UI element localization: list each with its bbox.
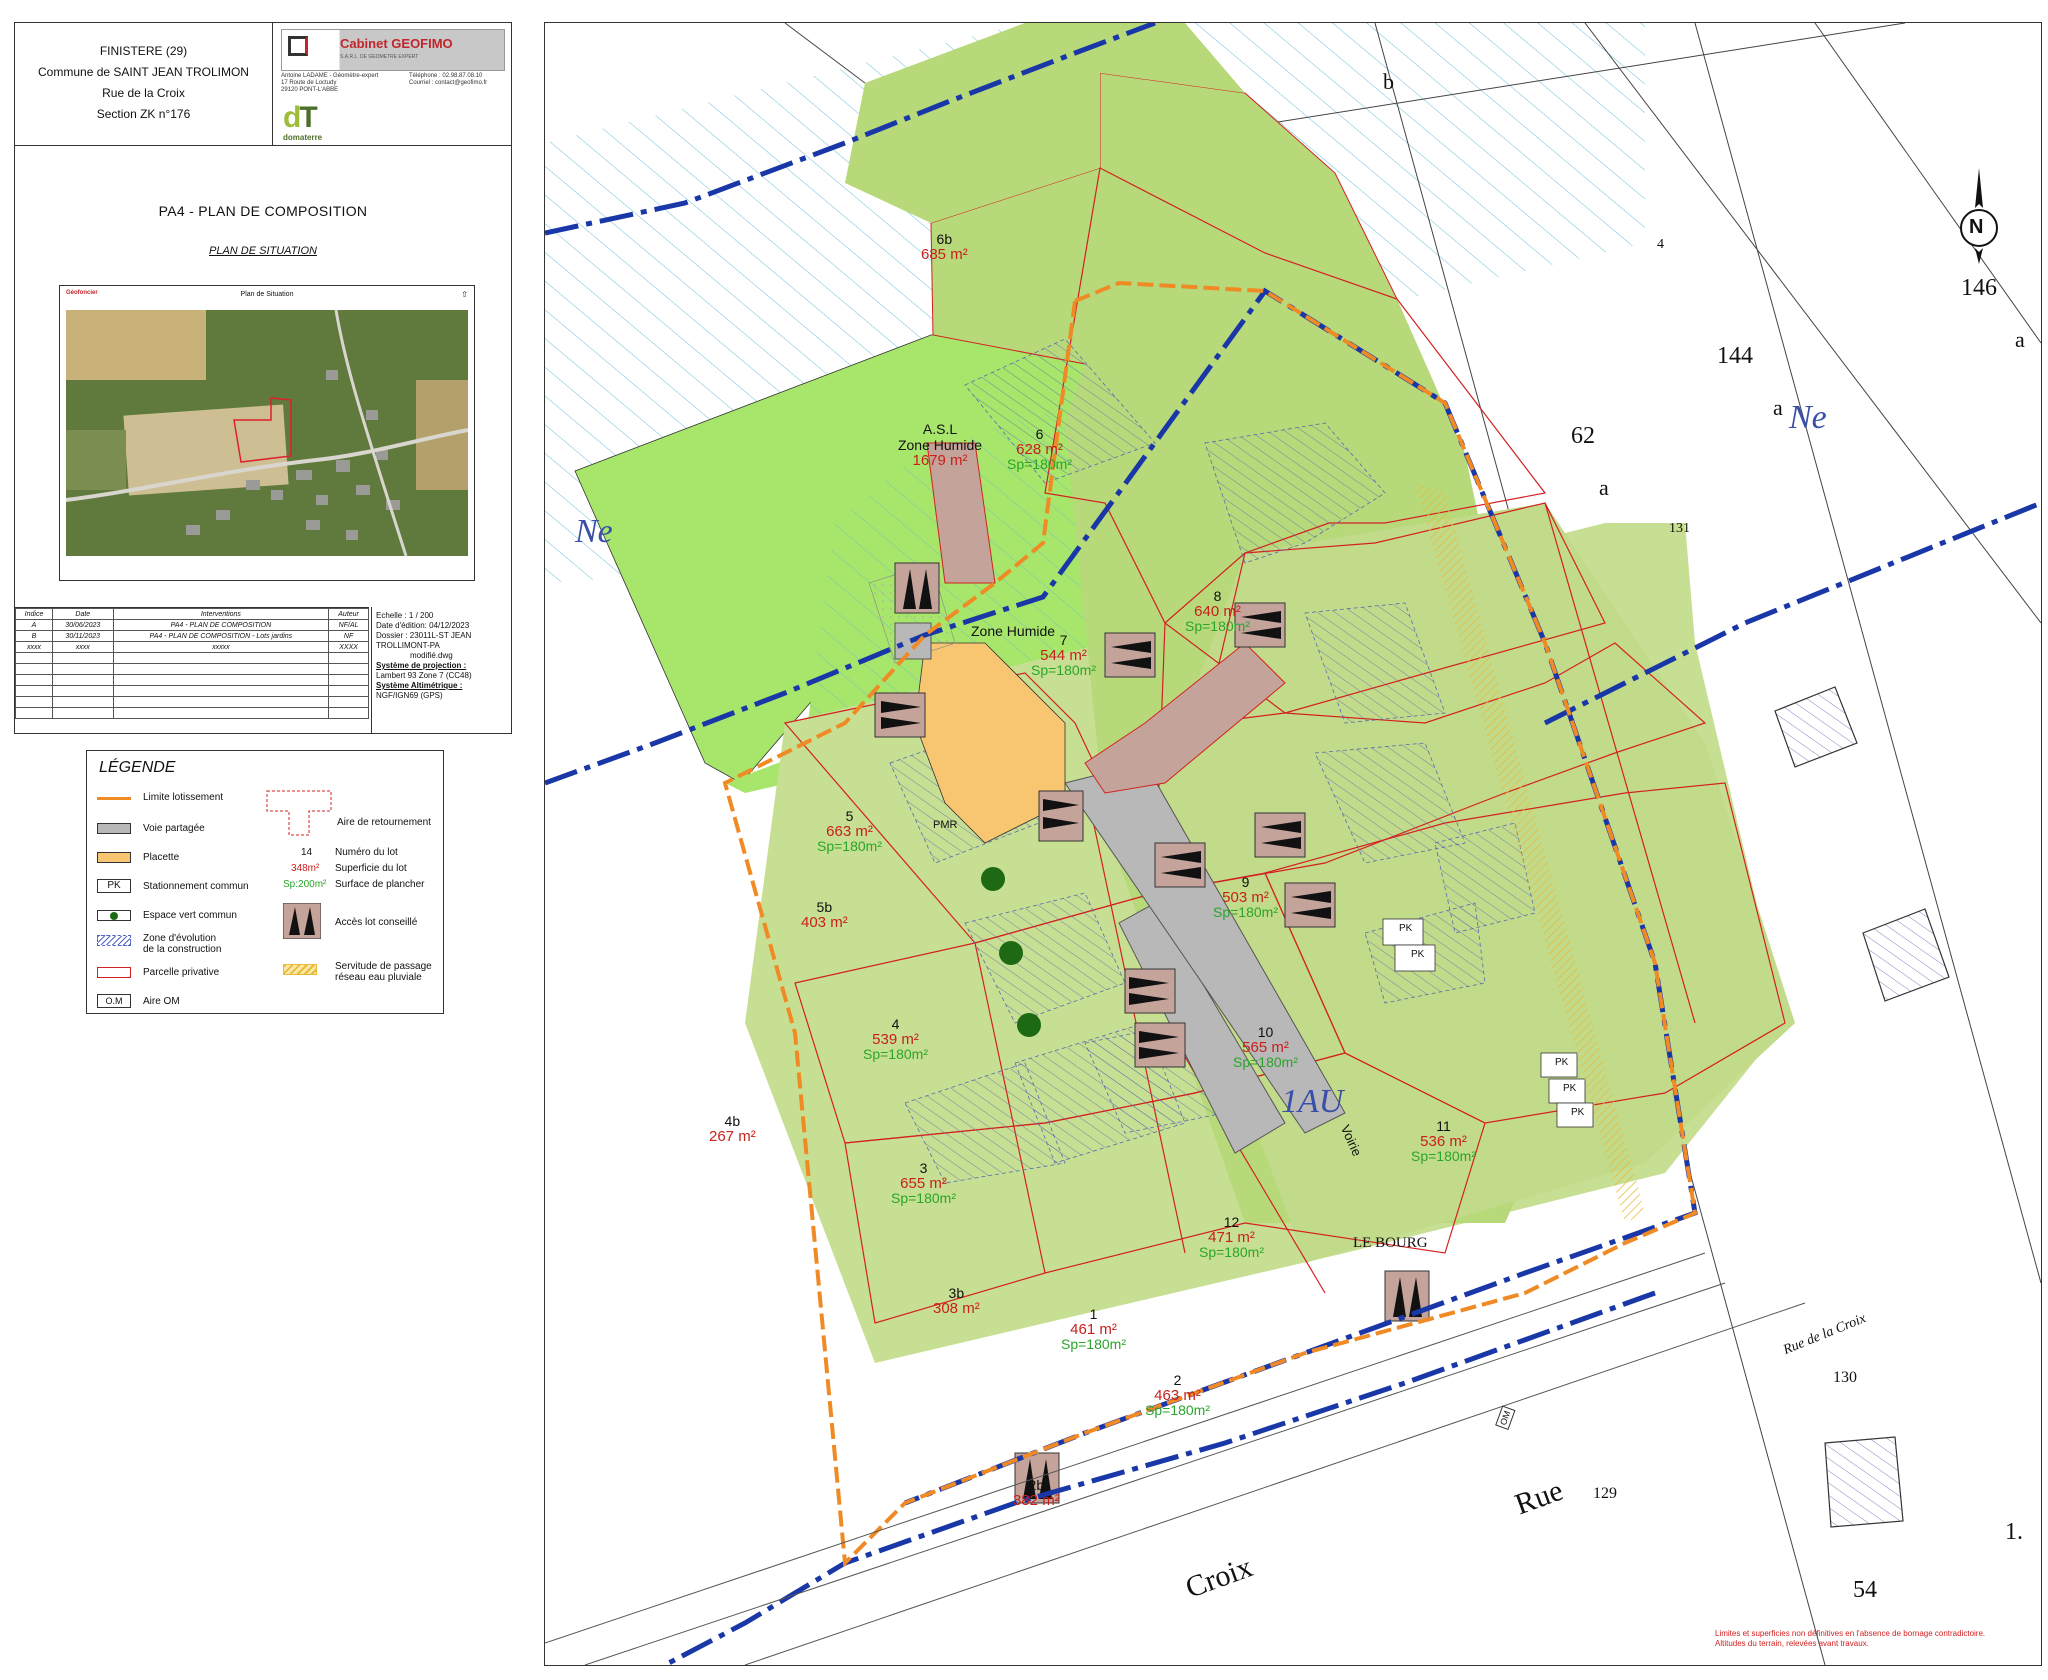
parcel-label: 146 [1961, 275, 1997, 301]
lot-label: 9 503 m² Sp=180m² [1213, 874, 1278, 920]
lot-label: 11 536 m² Sp=180m² [1411, 1118, 1476, 1164]
pk-label: PK [1555, 1057, 1569, 1068]
lot-label: 8 640 m² Sp=180m² [1185, 588, 1250, 634]
table-row: xxxx xxxx xxxxx XXXX [15, 641, 369, 653]
project-address: FINISTERE (29) Commune de SAINT JEAN TRO… [15, 23, 273, 145]
tree-icon [110, 912, 118, 920]
lot-label: 5b 403 m² [801, 899, 848, 931]
pk-label: PK [1399, 923, 1413, 934]
parcel-label: 130 [1833, 1369, 1857, 1386]
parcelle-swatch [97, 967, 131, 978]
parcel-label: 62 [1571, 423, 1595, 449]
situation-title: Plan de Situation [240, 291, 294, 298]
plan-drawing [545, 23, 2041, 1665]
lot-label: 3b 308 m² [933, 1285, 980, 1317]
title-header: FINISTERE (29) Commune de SAINT JEAN TRO… [15, 23, 511, 146]
parcel-label: a [1599, 475, 1609, 500]
pk-label: PK [1563, 1083, 1577, 1094]
lot-label: 3 655 m² Sp=180m² [891, 1160, 956, 1206]
plan-title: PA4 - PLAN DE COMPOSITION [158, 203, 368, 219]
table-row: B 30/11/2023 PA4 - PLAN DE COMPOSITION -… [15, 630, 369, 642]
parcel-label: a [2015, 327, 2025, 352]
title-block: FINISTERE (29) Commune de SAINT JEAN TRO… [14, 22, 512, 734]
espace-vert-swatch [97, 910, 131, 921]
lot-label: 6 628 m² Sp=180m² [1007, 426, 1072, 472]
lot-label: 4 539 m² Sp=180m² [863, 1016, 928, 1062]
aerial-photo [66, 310, 468, 556]
servitude-swatch [283, 964, 317, 975]
om-swatch: O.M [97, 994, 131, 1008]
plan-metadata: Echelle : 1 / 200 Date d'édition: 04/12/… [371, 607, 511, 733]
zone-ne-right-label: Ne [1789, 399, 1827, 436]
limite-swatch [97, 797, 131, 800]
parcel-label: 144 [1717, 343, 1753, 369]
lot-label: 1 461 m² Sp=180m² [1061, 1306, 1126, 1352]
legend: LÉGENDE Limite lotissement Voie partagée… [86, 750, 444, 1014]
domaterre-wordmark: domaterre [283, 133, 323, 142]
pk-label: PK [1411, 949, 1425, 960]
pk-swatch: PK [97, 879, 131, 893]
domaterre-logo-icon: dT [283, 101, 318, 134]
lot-label: 2b 382 m² [1013, 1477, 1060, 1509]
parcel-label: a [1773, 395, 1783, 420]
table-row: A 30/06/2023 PA4 - PLAN DE COMPOSITION N… [15, 619, 369, 631]
lot-label: 4b 267 m² [709, 1113, 756, 1145]
parcel-label: 129 [1593, 1485, 1617, 1502]
legend-title: LÉGENDE [99, 759, 176, 776]
geofimo-logo: Cabinet GEOFIMO S.A.R.L. DE GEOMETRE EXP… [281, 29, 505, 71]
parcel-label: 4 [1657, 237, 1664, 252]
lot-label: 5 663 m² Sp=180m² [817, 808, 882, 854]
acces-lot-icon [283, 903, 321, 939]
lot-label: 10 565 m² Sp=180m² [1233, 1024, 1298, 1070]
parcel-label: 131 [1669, 521, 1690, 536]
north-small-icon: ⇧ [461, 290, 468, 299]
zone-ne-left-label: Ne [575, 513, 613, 550]
le-bourg-label: LE BOURG [1353, 1235, 1428, 1251]
voie-swatch [97, 823, 131, 834]
company-logos: Cabinet GEOFIMO S.A.R.L. DE GEOMETRE EXP… [277, 27, 507, 142]
lot-label: 12 471 m² Sp=180m² [1199, 1214, 1264, 1260]
zone-1au-label: 1AU [1281, 1083, 1344, 1120]
lot-label: 7 544 m² Sp=180m² [1031, 632, 1096, 678]
geofimo-mark-icon [288, 36, 308, 56]
commune: Commune de SAINT JEAN TROLIMON [38, 65, 249, 79]
north-arrow-icon: N [1957, 168, 2001, 268]
retournement-icon [266, 790, 332, 836]
composition-map: Ne Ne 1AU A.S.L Zone Humide 1679 m² Zone… [544, 22, 2042, 1666]
section: Section ZK n°176 [96, 107, 191, 121]
contact-info: Antoine LADAME - Géomètre-expert 17 Rout… [281, 73, 488, 93]
pk-label: PK [1571, 1107, 1585, 1118]
parcel-label: 54 [1853, 1577, 1877, 1603]
situation-map: Géofoncier Plan de Situation ⇧ [59, 285, 475, 581]
disclaimer: Limites et superficies non définitives e… [1715, 1629, 1986, 1648]
parcel-label: 1. [2005, 1519, 2023, 1545]
plan-subtitle: PLAN DE SITUATION [209, 245, 317, 257]
neighbor-buildings [1774, 686, 1950, 1528]
parcel-label: b [1383, 69, 1394, 94]
pmr-label: PMR [933, 819, 958, 831]
lot-label: 6b 685 m² [921, 231, 968, 263]
zone-evolution-swatch [97, 935, 131, 946]
street: Rue de la Croix [102, 86, 185, 100]
asl-label: A.S.L Zone Humide 1679 m² [897, 421, 983, 469]
placette-swatch [97, 852, 131, 863]
lot-label: 2 463 m² Sp=180m² [1145, 1372, 1210, 1418]
department: FINISTERE (29) [99, 44, 188, 58]
revisions-table: Indice Date Interventions Auteur A 30/06… [15, 607, 369, 734]
